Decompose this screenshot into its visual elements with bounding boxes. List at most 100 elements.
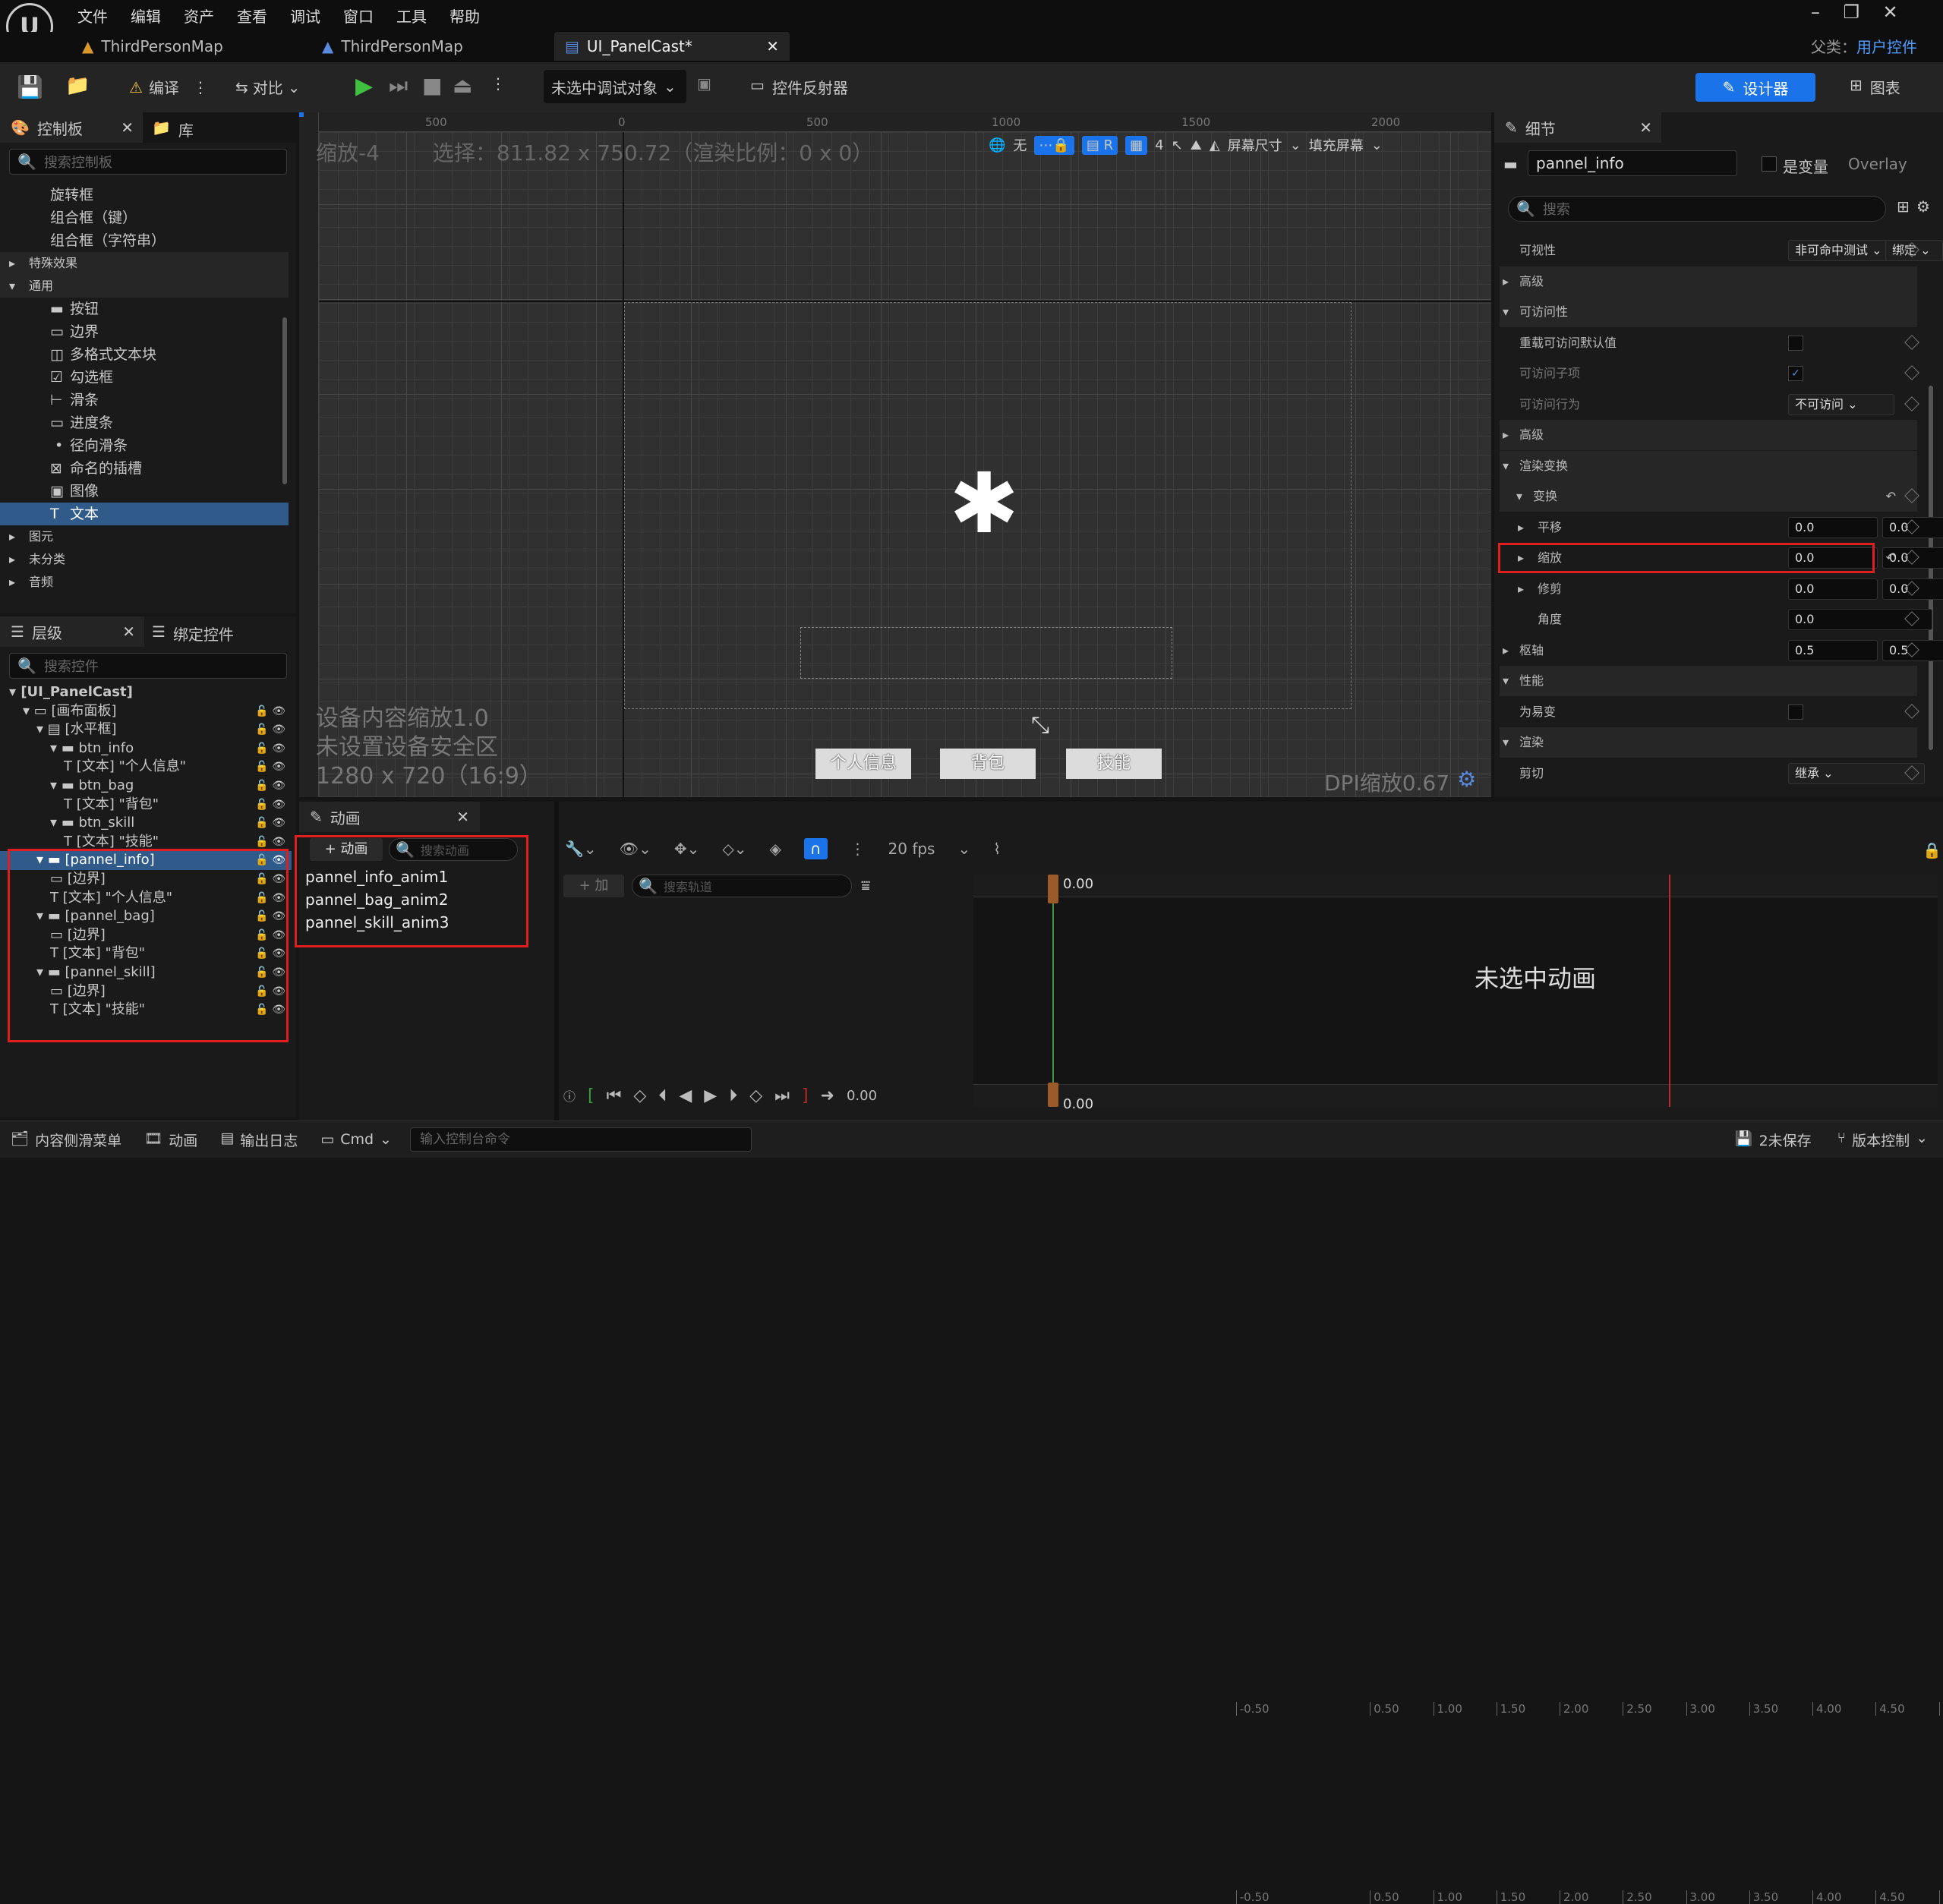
reset-icon[interactable]: ↶: [1886, 481, 1896, 512]
keyframe-diamond-icon[interactable]: [1904, 704, 1919, 719]
diff-button[interactable]: ⇆对比⌄: [235, 76, 301, 98]
hierarchy-node[interactable]: T [文本] "背包"🔓 👁: [0, 796, 292, 815]
chevron-right-icon[interactable]: ▸: [1503, 635, 1509, 666]
hierarchy-node[interactable]: ▾ ▤ [水平框]🔓 👁: [0, 720, 292, 739]
browse-icon[interactable]: 📁: [65, 74, 90, 97]
hierarchy-node[interactable]: ▾ ▬ btn_skill🔓 👁: [0, 814, 292, 833]
hierarchy-search[interactable]: 🔍搜索控件: [9, 653, 287, 679]
property-dropdown[interactable]: 非可命中测试 ⌄: [1788, 240, 1894, 261]
menu-file[interactable]: 文件: [77, 8, 108, 26]
console-input[interactable]: 输入控制台命令: [410, 1127, 752, 1152]
tab-hierarchy[interactable]: ☰层级✕: [0, 616, 144, 647]
tab-ui-panelcast[interactable]: ▤UI_PanelCast*✕: [554, 32, 790, 61]
graph-mode-button[interactable]: ⊞图表: [1850, 76, 1900, 98]
tab-details[interactable]: ✎细节✕: [1494, 112, 1661, 143]
property-number-input[interactable]: 0.0: [1788, 517, 1878, 538]
chevron-right-icon[interactable]: ▸: [1503, 420, 1509, 450]
lock-visibility-icon[interactable]: 🔓 👁: [255, 720, 285, 739]
chevron-down-icon[interactable]: ▾: [1503, 666, 1509, 696]
play-forward-icon[interactable]: ▶: [704, 1086, 717, 1105]
chevron-down-icon[interactable]: ▾: [1516, 481, 1522, 512]
snap-magnet-icon[interactable]: ∩: [804, 838, 828, 859]
category-audio[interactable]: ▸音频: [0, 571, 289, 594]
chevron-right-icon[interactable]: ▸: [1503, 266, 1509, 297]
menu-view[interactable]: 查看: [237, 8, 267, 26]
lock-visibility-icon[interactable]: 🔓 👁: [255, 702, 285, 721]
debug-browse-icon[interactable]: ▣: [697, 74, 711, 93]
close-icon[interactable]: ✕: [1639, 118, 1652, 137]
chevron-right-icon[interactable]: ▸: [1518, 512, 1524, 543]
palette-item[interactable]: 组合框（字符串）: [0, 229, 289, 252]
play-options-icon[interactable]: ⋮: [490, 74, 506, 93]
category-primitive[interactable]: ▸图元: [0, 525, 289, 548]
tab-bind-widgets[interactable]: ☰绑定控件: [152, 623, 234, 645]
chevron-right-icon[interactable]: ▸: [1518, 574, 1524, 604]
hierarchy-node[interactable]: ▾ ▬ btn_bag🔓 👁: [0, 777, 292, 796]
filter-icon[interactable]: ⩸: [861, 876, 870, 894]
fps-dropdown[interactable]: 20 fps: [888, 840, 935, 858]
globe-icon[interactable]: 🌐: [989, 137, 1005, 153]
widget-name-input[interactable]: pannel_info: [1528, 150, 1737, 176]
palette-item[interactable]: 旋转框: [0, 184, 289, 206]
property-dropdown[interactable]: 不可访问 ⌄: [1788, 394, 1894, 415]
category-uncategorized[interactable]: ▸未分类: [0, 548, 289, 571]
palette-item-slider[interactable]: ⊢滑条: [0, 389, 289, 411]
grid-snap-icon[interactable]: ▦: [1125, 136, 1147, 155]
palette-item-button[interactable]: ▬按钮: [0, 298, 289, 320]
timeline-area[interactable]: [973, 875, 1938, 1107]
palette-search[interactable]: 🔍搜索控制板: [9, 149, 287, 175]
eject-icon[interactable]: ⏏: [453, 73, 472, 98]
is-variable-checkbox[interactable]: [1762, 156, 1777, 172]
hierarchy-node[interactable]: ▾ ▭ [画布面板]🔓 👁: [0, 702, 292, 721]
chevron-down-icon[interactable]: ▾: [50, 740, 62, 756]
grid-snap-value[interactable]: 4: [1155, 137, 1163, 153]
keyframe-diamond-icon[interactable]: [1904, 365, 1919, 380]
menu-help[interactable]: 帮助: [449, 8, 480, 26]
keyframe-diamond-icon[interactable]: [1904, 488, 1919, 503]
landscape-icon[interactable]: ⛰: [1191, 137, 1202, 153]
hierarchy-node[interactable]: ▾ ▬ btn_info🔓 👁: [0, 739, 292, 758]
tab-map-1[interactable]: ▲ThirdPersonMap: [82, 32, 223, 61]
preview-button-bag[interactable]: 背包: [940, 749, 1036, 779]
chevron-down-icon[interactable]: ▾: [1503, 451, 1509, 481]
palette-item-checkbox[interactable]: ☑勾选框: [0, 366, 289, 389]
close-icon[interactable]: ✕: [121, 118, 134, 137]
key-all-icon[interactable]: ◈: [769, 840, 781, 858]
lock-icon[interactable]: 🔒: [1922, 841, 1941, 859]
gear-icon[interactable]: ⚙: [1457, 767, 1476, 797]
horizontal-box-outline[interactable]: [800, 627, 1172, 679]
source-control-button[interactable]: ⑂版本控制⌄: [1837, 1130, 1928, 1150]
chevron-down-icon[interactable]: ▾: [50, 777, 62, 793]
reset-icon[interactable]: ↶: [1886, 543, 1896, 573]
fill-screen-dropdown[interactable]: 填充屏幕: [1309, 135, 1364, 155]
resize-handle-icon[interactable]: ⤡: [1031, 712, 1049, 739]
close-icon[interactable]: ✕: [456, 808, 469, 826]
chevron-down-icon[interactable]: ▾: [1503, 297, 1509, 327]
lock-visibility-icon[interactable]: 🔓 👁: [255, 777, 285, 796]
compile-options-icon[interactable]: ⋮: [193, 78, 208, 96]
tab-library[interactable]: 📁库: [152, 118, 194, 140]
animation-drawer-button[interactable]: 🎞动画: [144, 1130, 197, 1150]
settings-icon[interactable]: ⚙: [1916, 197, 1930, 216]
category-common[interactable]: ▾通用: [0, 275, 289, 298]
palette-item-image[interactable]: ▣图像: [0, 480, 289, 503]
curve-editor-icon[interactable]: ⌇: [993, 840, 1001, 858]
parent-link[interactable]: 用户控件: [1856, 38, 1917, 56]
screen-size-dropdown[interactable]: 屏幕尺寸: [1228, 135, 1282, 155]
jump-end-icon[interactable]: ⏭: [774, 1086, 790, 1105]
loop-end-icon[interactable]: ]: [802, 1086, 809, 1105]
preview-button-skill[interactable]: 技能: [1066, 749, 1162, 779]
chevron-down-icon[interactable]: ▾: [1503, 727, 1509, 758]
palette-item-richtext[interactable]: ◫多格式文本块: [0, 343, 289, 366]
prev-key-icon[interactable]: ◇: [633, 1086, 646, 1105]
property-checkbox[interactable]: [1788, 705, 1803, 720]
wrench-icon[interactable]: 🔧⌄: [565, 840, 597, 858]
chevron-down-icon[interactable]: ▾: [23, 703, 34, 719]
designer-mode-button[interactable]: ✎设计器: [1695, 73, 1815, 102]
minimize-icon[interactable]: –: [1811, 2, 1820, 23]
close-window-icon[interactable]: ✕: [1883, 2, 1898, 23]
playhead-marker-bottom[interactable]: [1048, 1083, 1058, 1107]
lock-visibility-icon[interactable]: 🔓 👁: [255, 796, 285, 815]
palette-item[interactable]: 组合框（键）: [0, 206, 289, 229]
info-icon[interactable]: ⓘ: [563, 1086, 576, 1105]
